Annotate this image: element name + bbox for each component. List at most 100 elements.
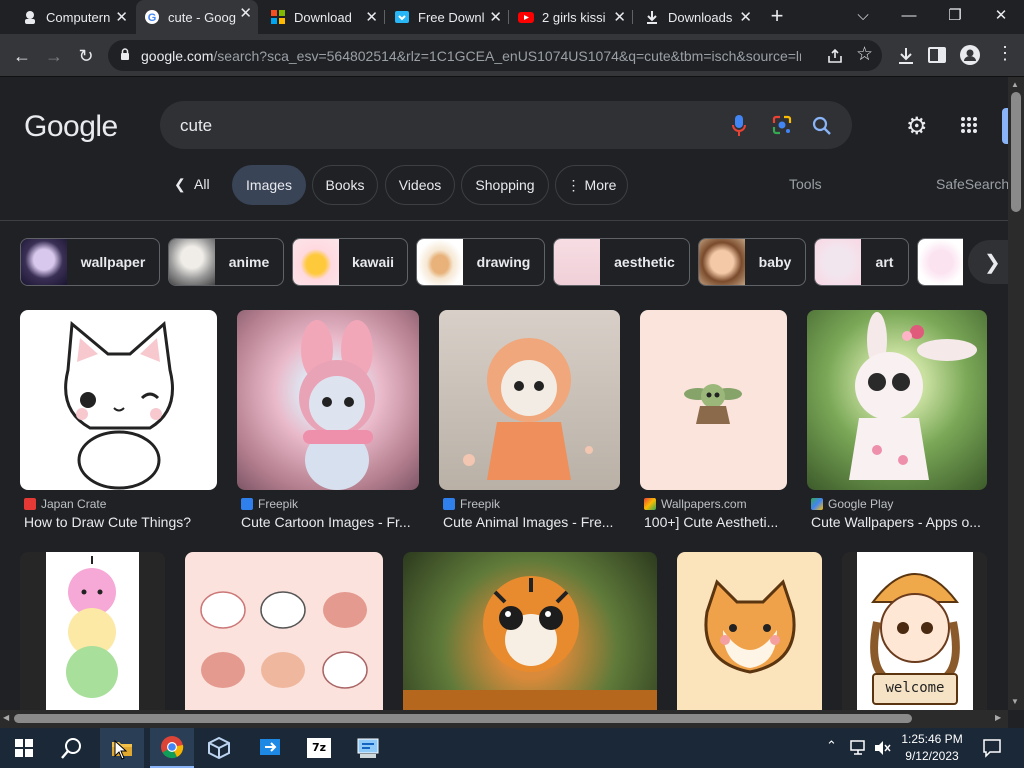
search-query[interactable]: cute — [180, 116, 212, 136]
voice-search-mic-icon[interactable] — [732, 115, 746, 137]
tab-downloads[interactable]: Downloads ✕ — [636, 4, 758, 30]
scroll-up-arrow-icon[interactable]: ▲ — [1011, 80, 1019, 89]
start-button[interactable] — [2, 728, 46, 768]
close-icon[interactable]: ✕ — [365, 8, 378, 26]
bookmark-star-icon[interactable]: ☆ — [856, 43, 873, 66]
url-host: google.com — [141, 48, 214, 64]
chrome-menu-icon[interactable]: ⋮ — [996, 43, 1014, 64]
new-tab-plus-icon[interactable]: + — [762, 4, 792, 28]
downloads-toolbar-icon[interactable] — [896, 46, 916, 66]
taskbar-chrome[interactable] — [150, 728, 194, 768]
google-lens-icon[interactable] — [772, 115, 792, 135]
forward-arrow-icon[interactable]: → — [40, 42, 68, 70]
notifications-icon[interactable] — [982, 738, 1002, 758]
side-panel-icon[interactable] — [928, 46, 946, 64]
result-title[interactable]: How to Draw Cute Things? — [24, 514, 217, 530]
related-chip-aesthetic[interactable]: aesthetic — [553, 238, 690, 286]
tab-computerhope[interactable]: Computern ✕ — [14, 4, 134, 30]
result-title[interactable]: Cute Animal Images - Fre... — [443, 514, 620, 530]
result-title[interactable]: Cute Wallpapers - Apps o... — [811, 514, 987, 530]
filter-shopping[interactable]: Shopping — [461, 165, 549, 205]
result-image-kitten[interactable] — [20, 310, 217, 490]
taskbar-installer[interactable] — [346, 728, 390, 768]
result-source[interactable]: Freepik — [241, 497, 298, 511]
result-image-cows[interactable] — [185, 552, 383, 710]
tab-search-chevron-icon[interactable]: ⌵ — [848, 4, 878, 28]
close-icon[interactable]: ✕ — [739, 8, 752, 26]
result-image-baby-yoda[interactable] — [640, 310, 787, 490]
google-logo[interactable]: Google — [24, 110, 118, 144]
related-chip-partial[interactable] — [917, 238, 963, 286]
result-source[interactable]: Google Play — [811, 497, 893, 511]
search-input[interactable]: cute — [160, 101, 852, 149]
horizontal-scroll-thumb[interactable] — [14, 714, 912, 723]
related-chip-wallpaper[interactable]: wallpaper — [20, 238, 160, 286]
taskbar-clock[interactable]: 1:25:46 PM 9/12/2023 — [896, 731, 968, 765]
result-title[interactable]: Cute Cartoon Images - Fr... — [241, 514, 419, 530]
safesearch-button[interactable]: SafeSearch — [936, 176, 1009, 192]
taskbar-search-button[interactable] — [50, 728, 94, 768]
result-image-tiger-cub[interactable] — [403, 552, 657, 710]
filter-more[interactable]: ⋮ More — [555, 165, 628, 205]
hooded-animal-image — [463, 338, 593, 480]
google-apps-grid-icon[interactable] — [960, 116, 978, 134]
result-image-bunny-knit[interactable] — [237, 310, 419, 490]
result-title[interactable]: 100+] Cute Aestheti... — [644, 514, 787, 530]
taskbar-virtualbox[interactable] — [197, 728, 241, 768]
window-close-icon[interactable]: ✕ — [986, 4, 1016, 28]
scroll-down-arrow-icon[interactable]: ▼ — [1011, 697, 1019, 706]
result-image-shiba[interactable] — [677, 552, 822, 710]
search-icon[interactable] — [812, 116, 832, 136]
tab-free-download[interactable]: Free Downl ✕ — [386, 4, 508, 30]
settings-gear-icon[interactable]: ⚙ — [906, 112, 928, 141]
reload-icon[interactable]: ↻ — [72, 42, 100, 70]
result-source-label: Japan Crate — [41, 497, 107, 511]
related-scroll-next-button[interactable]: ❯ — [968, 240, 1008, 284]
close-icon[interactable]: ✕ — [613, 8, 626, 26]
mouse-cursor-icon — [114, 740, 128, 760]
tools-button[interactable]: Tools — [789, 176, 822, 192]
filter-all[interactable]: All — [194, 176, 210, 192]
back-arrow-icon[interactable]: ← — [8, 42, 36, 70]
tab-youtube[interactable]: 2 girls kissi ✕ — [510, 4, 632, 30]
result-source[interactable]: Japan Crate — [24, 497, 106, 511]
scroll-right-arrow-icon[interactable]: ▶ — [995, 713, 1001, 722]
tab-google-cute[interactable]: G cute - Goog ✕ — [136, 0, 258, 34]
address-bar[interactable]: google.com/search?sca_esv=564802514&rlz=… — [108, 40, 882, 71]
volume-muted-icon[interactable] — [874, 740, 892, 756]
tiger-cub-image — [403, 576, 657, 710]
share-icon[interactable] — [826, 47, 844, 65]
related-chip-baby[interactable]: baby — [698, 238, 806, 286]
related-chip-art[interactable]: art — [814, 238, 909, 286]
taskbar-remote-app[interactable] — [248, 728, 292, 768]
taskbar-7zip[interactable]: 7z — [297, 728, 341, 768]
show-hidden-icons-chevron-icon[interactable]: ⌃ — [826, 738, 837, 754]
tab-download[interactable]: Download ✕ — [262, 4, 384, 30]
tab-label: 2 girls kissi — [542, 9, 606, 25]
result-source[interactable]: Freepik — [443, 497, 500, 511]
close-icon[interactable]: ✕ — [115, 8, 128, 26]
japan-crate-favicon-icon — [24, 498, 36, 510]
related-chip-drawing[interactable]: drawing — [416, 238, 545, 286]
filter-images[interactable]: Images — [232, 165, 306, 205]
scroll-left-arrow-icon[interactable]: ◀ — [3, 713, 9, 722]
profile-avatar-icon[interactable] — [960, 45, 980, 65]
cartoon-kitten-image — [64, 321, 174, 490]
result-image-cat-stack[interactable] — [20, 552, 165, 710]
vertical-scroll-thumb[interactable] — [1011, 92, 1021, 212]
result-image-bunny-flower[interactable] — [807, 310, 987, 490]
network-icon[interactable] — [850, 740, 868, 756]
close-icon[interactable]: ✕ — [489, 8, 502, 26]
result-source[interactable]: Wallpapers.com — [644, 497, 747, 511]
result-image-animal-hood[interactable] — [439, 310, 620, 490]
minimize-icon[interactable]: — — [894, 4, 924, 28]
filter-videos[interactable]: Videos — [385, 165, 455, 205]
chevron-left-icon[interactable]: ❮ — [174, 176, 186, 193]
filter-books[interactable]: Books — [312, 165, 378, 205]
result-source-label: Wallpapers.com — [661, 497, 747, 511]
restore-icon[interactable]: ❐ — [940, 4, 970, 28]
result-image-welcome-girl[interactable]: welcome — [842, 552, 987, 710]
related-chip-anime[interactable]: anime — [168, 238, 284, 286]
related-chip-kawaii[interactable]: kawaii — [292, 238, 408, 286]
close-icon[interactable]: ✕ — [239, 4, 252, 22]
